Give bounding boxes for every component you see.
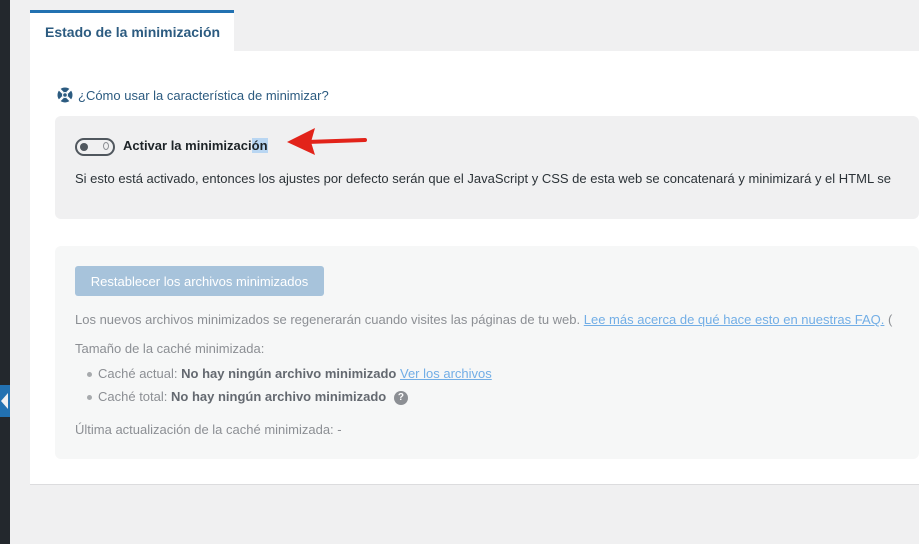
tab-minify-status[interactable]: Estado de la minimización [30,10,234,51]
minify-panel: ¿Cómo usar la característica de minimiza… [30,51,919,485]
current-cache-value: No hay ningún archivo minimizado [181,366,397,381]
cache-size-heading: Tamaño de la caché minimizada: [75,341,265,356]
minify-toggle-box: Activar la minimización Si esto está act… [55,116,919,219]
toggle-knob [80,143,88,151]
current-cache-label: Caché actual: [98,366,178,381]
lifebuoy-icon [57,87,73,103]
admin-sidebar [0,0,10,544]
bullet-dot [87,395,92,400]
current-cache-line: Caché actual: No hay ningún archivo mini… [98,366,492,381]
help-link-label[interactable]: ¿Cómo usar la característica de minimiza… [78,88,329,103]
help-link[interactable]: ¿Cómo usar la característica de minimiza… [57,87,329,103]
sidebar-collapse-arrow-icon[interactable] [0,385,10,417]
red-arrow-icon [287,128,367,155]
help-question-icon[interactable]: ? [393,390,408,405]
faq-link[interactable]: Lee más acerca de qué hace esto en nuest… [584,312,885,327]
total-cache-label: Caché total: [98,389,168,404]
toggle-label-selected-text: ón [251,138,268,153]
total-cache-line: Caché total: No hay ningún archivo minim… [98,389,408,405]
minify-toggle-label[interactable]: Activar la minimización [123,138,268,153]
bullet-dot [87,372,92,377]
regen-text-line: Los nuevos archivos minimizados se regen… [75,312,892,327]
cache-box: Restablecer los archivos minimizados Los… [55,246,919,459]
total-cache-value: No hay ningún archivo minimizado [171,389,387,404]
view-files-link[interactable]: Ver los archivos [400,366,492,381]
toggle-off-indicator-icon [103,142,109,150]
toggle-description: Si esto está activado, entonces los ajus… [75,171,892,186]
toggle-label-text: Activar la minimizaci [123,138,252,153]
faq-trailing: ( [888,312,893,327]
last-update-text: Última actualización de la caché minimiz… [75,422,342,437]
minify-toggle[interactable] [75,138,115,156]
regen-text: Los nuevos archivos minimizados se regen… [75,312,581,327]
reset-minified-button[interactable]: Restablecer los archivos minimizados [75,266,324,296]
